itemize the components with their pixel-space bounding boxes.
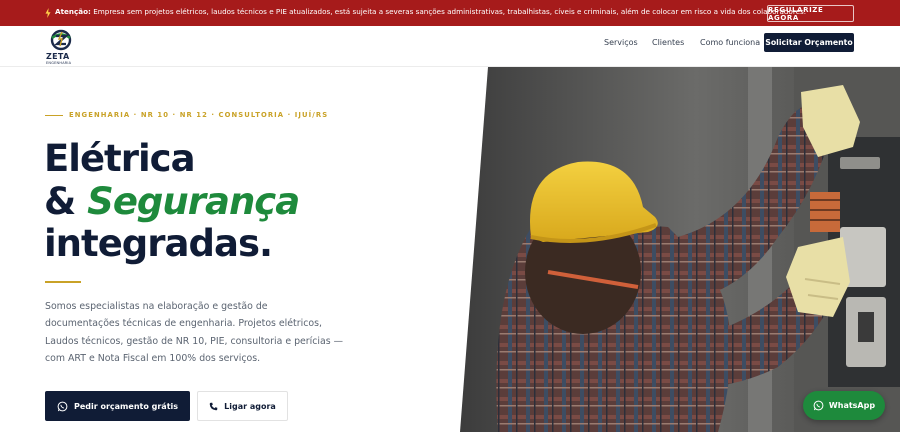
free-quote-button[interactable]: Pedir orçamento grátis <box>45 391 190 421</box>
logo-mark-icon <box>50 29 72 51</box>
logo-name: ZETA <box>46 52 70 61</box>
regularize-button[interactable]: REGULARIZE AGORA <box>767 5 854 22</box>
nav-clientes[interactable]: Clientes <box>652 38 684 47</box>
electrician-photo <box>448 67 900 432</box>
nav-servicos[interactable]: Serviços <box>604 38 638 47</box>
call-now-label: Ligar agora <box>224 401 276 411</box>
alert-body: Empresa sem projetos elétricos, laudos t… <box>93 7 807 16</box>
hero-title-line-1: Elétrica <box>44 137 196 180</box>
kicker-line <box>45 115 63 116</box>
hero-description: Somos especialistas na elaboração e gest… <box>45 301 344 365</box>
whatsapp-label: WhatsApp <box>828 401 876 410</box>
nav-como-funciona[interactable]: Como funciona <box>700 38 760 47</box>
phone-icon <box>209 402 218 410</box>
hero-title-line-2: & Segurança <box>44 180 300 223</box>
logo[interactable]: ZETA ENGENHARIA <box>45 29 77 65</box>
hero-kicker: ENGENHARIA · NR 10 · NR 12 · CONSULTORIA… <box>69 111 329 119</box>
hero-title-highlight: Segurança <box>87 180 300 223</box>
lightning-icon <box>45 8 51 18</box>
request-quote-button[interactable]: Solicitar Orçamento <box>764 33 854 52</box>
call-now-button[interactable]: Ligar agora <box>197 391 288 421</box>
alert-lead: Atenção: <box>55 7 91 16</box>
hero-title-line-3: integradas. <box>44 222 273 265</box>
whatsapp-icon <box>57 401 68 411</box>
hero-divider <box>45 281 81 283</box>
free-quote-label: Pedir orçamento grátis <box>73 401 179 411</box>
whatsapp-icon <box>813 400 824 411</box>
logo-subtitle: ENGENHARIA <box>46 61 72 65</box>
hero-title-amp: & <box>44 180 76 223</box>
alert-bar: Atenção: Empresa sem projetos elétricos,… <box>0 0 900 26</box>
site-header: ZETA ENGENHARIA Serviços Clientes Como f… <box>0 26 900 67</box>
alert-message: Atenção: Empresa sem projetos elétricos,… <box>55 7 806 16</box>
whatsapp-float-button[interactable]: WhatsApp <box>803 391 885 420</box>
hero-photo-electrician <box>448 67 900 432</box>
